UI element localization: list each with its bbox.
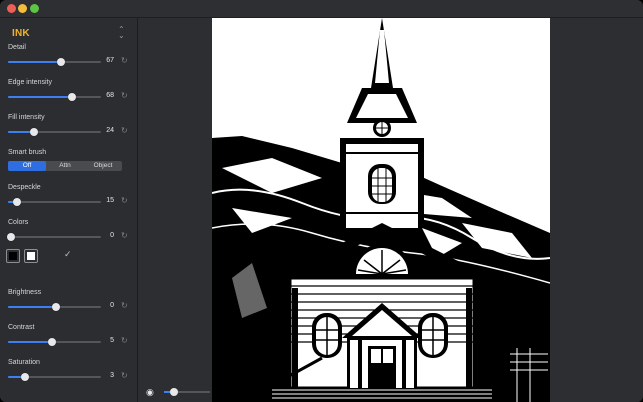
despeckle-label: Despeckle — [8, 184, 41, 191]
contrast-slider-knob[interactable] — [47, 338, 56, 346]
colors-value: 0 — [110, 232, 114, 239]
brightness-label: Brightness — [8, 289, 42, 296]
church-ink-illustration — [212, 18, 550, 402]
edge-intensity-value: 68 — [106, 92, 114, 99]
edge-intensity-reset-icon[interactable]: ↻ — [121, 91, 128, 100]
zoom-slider[interactable] — [164, 388, 210, 396]
maximize-window-button[interactable] — [30, 4, 39, 13]
dark-color-fill — [9, 252, 17, 260]
saturation-value: 3 — [110, 372, 114, 379]
checkmark-icon[interactable]: ✓ — [64, 249, 72, 260]
detail-slider[interactable] — [8, 58, 101, 66]
edge-intensity-slider-fill — [8, 96, 73, 98]
canvas-area[interactable] — [138, 18, 643, 402]
contrast-reset-icon[interactable]: ↻ — [121, 336, 128, 345]
edge-intensity-slider[interactable] — [8, 93, 101, 101]
fill-intensity-value: 24 — [106, 127, 114, 134]
brightness-value: 0 — [110, 302, 114, 309]
zoom-bar: ◉ — [138, 381, 212, 402]
colors-slider[interactable] — [6, 233, 101, 241]
detail-slider-knob[interactable] — [57, 58, 65, 66]
eye-icon[interactable]: ◉ — [146, 387, 154, 398]
smart-brush-option-off[interactable]: Off — [8, 161, 46, 171]
ink-artwork-preview[interactable] — [212, 18, 550, 402]
contrast-value: 5 — [110, 337, 114, 344]
contrast-slider-fill — [8, 341, 52, 343]
despeckle-value: 15 — [106, 197, 114, 204]
colors-reset-icon[interactable]: ↻ — [121, 231, 128, 240]
detail-slider-fill — [8, 61, 61, 63]
dark-color-swatch[interactable] — [6, 249, 20, 263]
detail-label: Detail — [8, 44, 26, 51]
despeckle-slider-knob[interactable] — [13, 198, 22, 206]
saturation-label: Saturation — [8, 359, 40, 366]
edge-intensity-slider-knob[interactable] — [68, 93, 77, 101]
adjustments-sidebar: INK ⌃ ⌄ Detail 67 ↻ Edge intensity 68 ↻ F… — [0, 18, 138, 402]
saturation-slider-knob[interactable] — [20, 373, 29, 381]
detail-value: 67 — [106, 57, 114, 64]
brightness-slider-knob[interactable] — [52, 303, 61, 311]
despeckle-reset-icon[interactable]: ↻ — [121, 196, 128, 205]
brightness-slider[interactable] — [8, 303, 101, 311]
despeckle-slider[interactable] — [8, 198, 101, 206]
brightness-reset-icon[interactable]: ↻ — [121, 301, 128, 310]
light-color-fill — [27, 252, 35, 260]
fill-intensity-reset-icon[interactable]: ↻ — [121, 126, 128, 135]
detail-reset-icon[interactable]: ↻ — [121, 56, 128, 65]
app-window: INK ⌃ ⌄ Detail 67 ↻ Edge intensity 68 ↻ F… — [0, 0, 643, 402]
saturation-slider[interactable] — [8, 373, 101, 381]
chevron-updown-icon[interactable]: ⌃ ⌄ — [118, 26, 125, 40]
colors-slider-knob[interactable] — [6, 233, 15, 241]
minimize-window-button[interactable] — [18, 4, 27, 13]
smart-brush-label: Smart brush — [8, 149, 47, 156]
saturation-reset-icon[interactable]: ↻ — [121, 371, 128, 380]
contrast-slider[interactable] — [8, 338, 101, 346]
colors-label: Colors — [8, 219, 29, 226]
smart-brush-option-object[interactable]: Object — [84, 161, 122, 171]
fill-intensity-slider-knob[interactable] — [30, 128, 39, 136]
zoom-slider-knob[interactable] — [170, 388, 179, 396]
smart-brush-option-attn[interactable]: Attn — [46, 161, 84, 171]
smart-brush-segmented-control[interactable]: Off Attn Object — [8, 161, 122, 171]
light-color-swatch[interactable] — [24, 249, 38, 263]
title-bar — [0, 0, 643, 18]
close-window-button[interactable] — [7, 4, 16, 13]
brightness-slider-fill — [8, 306, 57, 308]
contrast-label: Contrast — [8, 324, 35, 331]
fill-intensity-label: Fill intensity — [8, 114, 45, 121]
fill-intensity-slider[interactable] — [8, 128, 101, 136]
edge-intensity-label: Edge intensity — [8, 79, 52, 86]
filter-name[interactable]: INK — [12, 28, 30, 39]
